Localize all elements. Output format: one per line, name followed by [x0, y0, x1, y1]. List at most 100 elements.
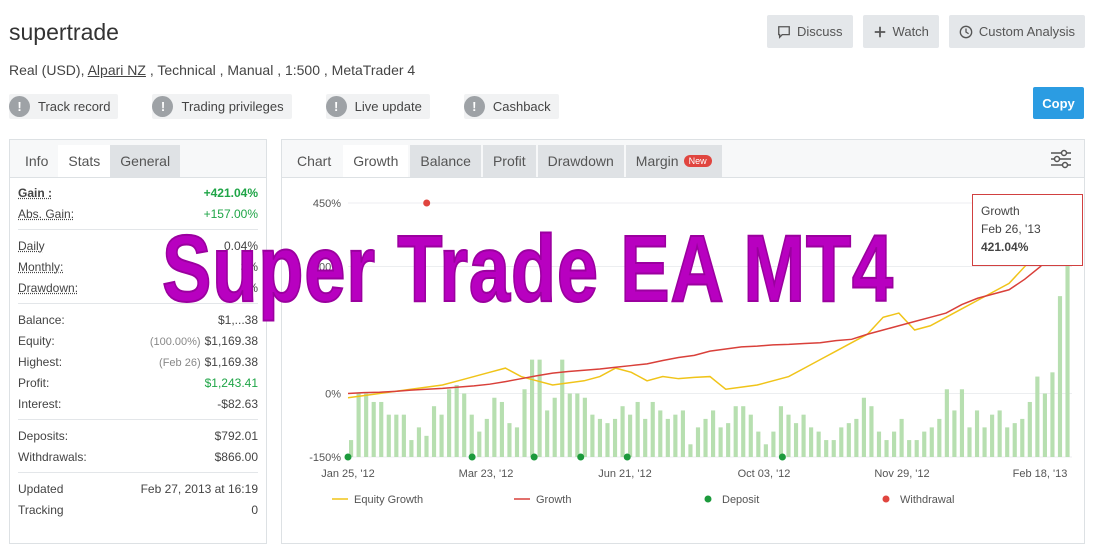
exclamation-icon: !	[463, 96, 485, 117]
stat-value-text: 0	[251, 502, 258, 517]
tab-chart[interactable]: Chart	[287, 145, 341, 177]
stat-label[interactable]: Abs. Gain:	[18, 207, 74, 221]
stat-label[interactable]: Daily	[18, 239, 45, 253]
stat-label: Withdrawals:	[18, 449, 87, 464]
legend-label: Withdrawal	[900, 494, 954, 506]
bar	[1012, 423, 1017, 457]
deposit-marker	[577, 453, 585, 461]
y-tick-label: 0%	[325, 389, 341, 401]
feature-cashback[interactable]: ! Cashback	[463, 94, 559, 119]
bar	[409, 440, 414, 457]
stat-label: Highest:	[18, 354, 63, 369]
tab-balance[interactable]: Balance	[410, 145, 481, 177]
bar	[748, 414, 753, 457]
tab-general[interactable]: General	[110, 145, 181, 177]
x-tick-label: Oct 03, '12	[738, 468, 791, 480]
stat-label[interactable]: Gain :	[18, 186, 52, 200]
bar	[952, 410, 957, 457]
bar	[824, 440, 829, 457]
stat-value-text: Feb 27, 2013 at 16:19	[140, 481, 258, 496]
bar	[778, 406, 784, 457]
stat-row: Withdrawals: $866.00	[18, 446, 258, 467]
tab-growth[interactable]: Growth	[343, 145, 409, 177]
bar	[567, 393, 572, 457]
feature-trading-privileges[interactable]: ! Trading privileges	[152, 94, 292, 119]
bar	[650, 401, 655, 457]
deposit-marker	[344, 453, 352, 461]
watch-button[interactable]: Watch	[862, 15, 939, 48]
tab-drawdown[interactable]: Drawdown	[537, 145, 624, 177]
copy-button[interactable]: Copy	[1033, 87, 1084, 119]
stat-value-text: -$82.63	[217, 396, 258, 411]
stat-value: Feb 27, 2013 at 16:19	[141, 482, 258, 496]
bar	[590, 414, 595, 457]
bar	[514, 427, 520, 457]
bar	[1005, 427, 1010, 457]
bar	[499, 401, 504, 457]
bar	[1027, 401, 1032, 457]
tab-stats[interactable]: Stats	[58, 145, 111, 177]
bar	[1035, 376, 1040, 457]
exclamation-icon: !	[9, 96, 30, 117]
y-tick-label: -150%	[309, 452, 341, 464]
bar	[658, 410, 663, 457]
stat-label: Updated	[18, 481, 64, 496]
discuss-button[interactable]: Discuss	[767, 15, 853, 48]
bar	[892, 431, 897, 457]
stat-row: Profit: $1,243.41	[18, 372, 258, 393]
stat-label: Equity:	[18, 333, 55, 348]
stat-value: (100.00%) $1,169.38	[150, 334, 258, 348]
stat-value: 0	[251, 503, 258, 517]
bar	[401, 414, 406, 457]
exclamation-icon: !	[152, 96, 174, 117]
bar	[635, 401, 640, 457]
bar	[364, 393, 369, 457]
bar	[1057, 296, 1063, 457]
legend-swatch	[704, 495, 712, 503]
broker-link[interactable]: Alpari NZ	[88, 62, 146, 78]
deposit-marker	[468, 453, 476, 461]
stat-label[interactable]: Drawdown:	[18, 281, 78, 295]
x-tick-label: Feb 18, '13	[1013, 468, 1068, 480]
tab-profit[interactable]: Profit	[482, 145, 536, 177]
feature-track-record[interactable]: ! Track record	[9, 94, 119, 119]
deposit-marker	[778, 453, 786, 461]
bar	[1042, 393, 1047, 457]
legend-label: Deposit	[722, 494, 759, 506]
bar	[718, 427, 723, 457]
legend-label: Growth	[536, 494, 571, 506]
stat-value-text: +421.04%	[203, 185, 258, 200]
bar	[726, 423, 731, 457]
watermark-text: Super Trade EA MT4	[161, 216, 894, 322]
bar	[974, 410, 980, 457]
custom-analysis-button[interactable]: Custom Analysis	[948, 15, 1085, 48]
stat-label[interactable]: Monthly:	[18, 260, 63, 274]
stat-value: $792.01	[215, 429, 258, 443]
tab-info[interactable]: Info	[15, 145, 58, 177]
tab-margin[interactable]: Margin New	[625, 145, 722, 177]
bar	[801, 414, 806, 457]
bar	[673, 414, 678, 457]
bar	[741, 406, 746, 457]
stat-row: Tracking 0	[18, 499, 258, 520]
bar	[507, 423, 512, 457]
bar	[816, 431, 821, 457]
x-tick-label: Jan 25, '12	[321, 468, 374, 480]
bar	[763, 444, 768, 457]
stat-prefix: (100.00%)	[149, 335, 201, 348]
bar	[831, 440, 836, 457]
bar	[416, 427, 422, 457]
stat-row: Deposits: $792.01	[18, 425, 258, 446]
filter-settings-icon[interactable]	[1050, 149, 1072, 169]
chart-panel: Chart Growth Balance Profit Drawdown Mar…	[281, 139, 1085, 544]
bar	[809, 427, 814, 457]
plus-icon	[874, 26, 885, 37]
bar	[484, 418, 489, 457]
bar	[1050, 372, 1055, 457]
feature-live-update[interactable]: ! Live update	[325, 94, 430, 119]
stat-label: Interest:	[18, 396, 62, 411]
bar	[793, 423, 799, 457]
bar	[394, 414, 399, 457]
bar	[688, 444, 693, 457]
chart-tooltip: Growth Feb 26, '13 421.04%	[972, 194, 1083, 266]
